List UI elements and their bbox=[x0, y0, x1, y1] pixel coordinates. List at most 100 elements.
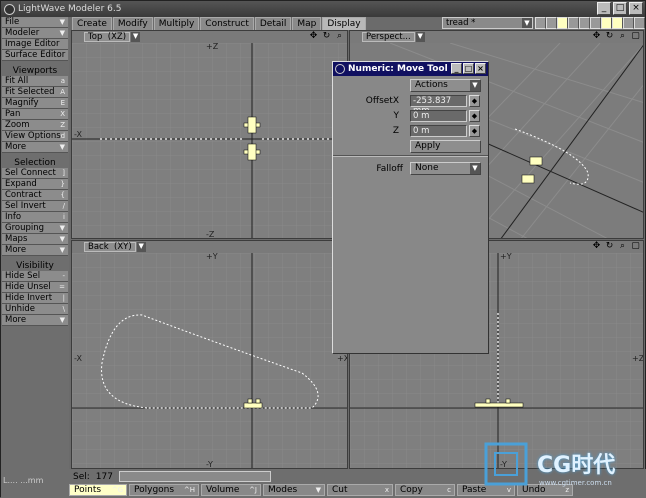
rotate-icon[interactable]: ↻ bbox=[321, 31, 332, 42]
numeric-panel-titlebar[interactable]: Numeric: Move Tool _ □ × bbox=[333, 62, 488, 76]
minimize-button[interactable]: _ bbox=[597, 2, 611, 15]
sidebar-item-hide-unsel[interactable]: Hide Unsel = bbox=[2, 282, 68, 293]
tool-modes[interactable]: Modes ▼ bbox=[263, 484, 325, 496]
tool-polygons[interactable]: Polygons ^H bbox=[129, 484, 199, 496]
rotate-icon[interactable]: ↻ bbox=[604, 241, 615, 252]
maximize-viewport-icon[interactable]: ▢ bbox=[630, 31, 641, 42]
zoom-icon[interactable]: ⌕ bbox=[617, 241, 628, 252]
sidebar-item-magnify[interactable]: Magnify E bbox=[2, 98, 68, 109]
sidebar-item-info[interactable]: Info i bbox=[2, 212, 68, 223]
maximize-viewport-icon[interactable]: ▢ bbox=[630, 241, 641, 252]
sidebar-item-grouping[interactable]: Grouping ▼ bbox=[2, 223, 68, 234]
sidebar-item-fit-selected[interactable]: Fit Selected A bbox=[2, 87, 68, 98]
layer-button[interactable] bbox=[590, 17, 601, 29]
offset-x-field[interactable]: -253.837 mm bbox=[410, 95, 467, 116]
sidebar-surface-editor[interactable]: Surface Editor bbox=[2, 50, 68, 61]
sidebar-item-sel-invert[interactable]: Sel Invert / bbox=[2, 201, 68, 212]
tool-volume[interactable]: Volume ^J bbox=[201, 484, 261, 496]
layer-button[interactable] bbox=[612, 17, 623, 29]
chevron-down-icon[interactable]: ▼ bbox=[136, 242, 146, 252]
minimize-button[interactable]: _ bbox=[451, 63, 462, 74]
shortcut-label: i bbox=[63, 213, 65, 221]
chevron-down-icon[interactable]: ▼ bbox=[131, 32, 141, 42]
move-icon[interactable]: ✥ bbox=[591, 31, 602, 42]
sidebar-item-more[interactable]: More ▼ bbox=[2, 142, 68, 153]
chevron-down-icon: ▼ bbox=[59, 18, 65, 26]
chevron-down-icon: ▼ bbox=[59, 246, 65, 254]
tool-points[interactable]: Points ^G bbox=[69, 484, 127, 496]
sidebar-item-hide-sel[interactable]: Hide Sel - bbox=[2, 271, 68, 282]
tool-cut[interactable]: Cut x bbox=[327, 484, 393, 496]
sidebar-image-editor[interactable]: Image Editor bbox=[2, 39, 68, 50]
sidebar-item-maps[interactable]: Maps ▼ bbox=[2, 234, 68, 245]
rotate-icon[interactable]: ↻ bbox=[604, 31, 615, 42]
maximize-button[interactable]: □ bbox=[463, 63, 474, 74]
actions-label: Actions bbox=[415, 80, 448, 90]
viewport-mode-back[interactable]: Back (XY) bbox=[84, 242, 136, 252]
layer-button[interactable] bbox=[557, 17, 568, 29]
tab-multiply[interactable]: Multiply bbox=[153, 17, 200, 30]
sidebar-item-zoom[interactable]: Zoom Z bbox=[2, 120, 68, 131]
layer-button[interactable] bbox=[579, 17, 590, 29]
close-button[interactable]: × bbox=[475, 63, 486, 74]
apply-button[interactable]: Apply bbox=[410, 140, 481, 153]
sidebar-item-contract[interactable]: Contract { bbox=[2, 190, 68, 201]
sidebar-item-pan[interactable]: Pan X bbox=[2, 109, 68, 120]
object-selector[interactable]: tread * ▼ bbox=[442, 17, 533, 29]
zoom-icon[interactable]: ⌕ bbox=[617, 31, 628, 42]
tab-construct[interactable]: Construct bbox=[200, 17, 254, 30]
zoom-icon[interactable]: ⌕ bbox=[334, 31, 345, 42]
move-icon[interactable]: ✥ bbox=[591, 241, 602, 252]
maximize-button[interactable]: □ bbox=[613, 2, 627, 15]
layer-button[interactable] bbox=[535, 17, 546, 29]
viewport-mode-perspective[interactable]: Perspect... bbox=[362, 32, 415, 42]
layer-button[interactable] bbox=[601, 17, 612, 29]
axis-label-down: -Z bbox=[206, 230, 215, 239]
sidebar-item-expand[interactable]: Expand} bbox=[2, 179, 68, 190]
sidebar-item-more-label: More bbox=[5, 315, 27, 325]
layer-button[interactable] bbox=[634, 17, 645, 29]
tool-paste[interactable]: Paste v bbox=[457, 484, 515, 496]
sidebar-file[interactable]: File ▼ bbox=[2, 17, 68, 28]
sidebar-modeler-label: Modeler bbox=[5, 28, 40, 38]
spin-icon[interactable]: ◆ bbox=[469, 95, 480, 107]
falloff-dropdown[interactable]: None ▼ bbox=[410, 162, 481, 175]
tab-map[interactable]: Map bbox=[292, 17, 322, 30]
viewport-header: Perspect... ▼ ✥ ↻ ⌕ ▢ bbox=[350, 31, 643, 43]
offset-y-field[interactable]: 0 m bbox=[410, 110, 467, 122]
move-icon[interactable]: ✥ bbox=[308, 31, 319, 42]
sidebar-section-visibility: Visibility bbox=[16, 261, 54, 271]
layer-button[interactable] bbox=[568, 17, 579, 29]
chevron-down-icon[interactable]: ▼ bbox=[415, 32, 425, 42]
close-button[interactable]: × bbox=[629, 2, 643, 15]
sel-label: Sel: bbox=[73, 471, 90, 482]
layer-button[interactable] bbox=[623, 17, 634, 29]
sidebar-item-view-options[interactable]: View Options d bbox=[2, 131, 68, 142]
sidebar-item-fit-all[interactable]: Fit All a bbox=[2, 76, 68, 87]
spin-icon[interactable]: ◆ bbox=[469, 125, 480, 137]
tab-display[interactable]: Display bbox=[322, 17, 366, 30]
spin-icon[interactable]: ◆ bbox=[469, 110, 480, 122]
sidebar-item-hide-invert[interactable]: Hide Invert | bbox=[2, 293, 68, 304]
sidebar-item-sel-connect[interactable]: Sel Connect] bbox=[2, 168, 68, 179]
sidebar-item-more[interactable]: More ▼ bbox=[2, 315, 68, 326]
viewport-mode-top[interactable]: Top (XZ) bbox=[84, 32, 131, 42]
tool-label: Modes bbox=[268, 485, 298, 495]
viewport-back[interactable]: Back (XY) ▼ +Y -Y -X +X bbox=[71, 240, 348, 469]
shortcut-label: | bbox=[62, 294, 65, 302]
viewport-header: Back (XY) ▼ bbox=[72, 241, 347, 253]
sidebar-item-more[interactable]: More ▼ bbox=[2, 245, 68, 256]
layer-button[interactable] bbox=[546, 17, 557, 29]
actions-dropdown[interactable]: Actions ▼ bbox=[410, 79, 481, 92]
tab-create[interactable]: Create bbox=[72, 17, 112, 30]
sidebar-item-magnify-label: Magnify bbox=[5, 98, 39, 108]
tab-modify[interactable]: Modify bbox=[112, 17, 153, 30]
sidebar-item-unhide[interactable]: Unhide \ bbox=[2, 304, 68, 315]
sidebar-modeler[interactable]: Modeler ▼ bbox=[2, 28, 68, 39]
tab-detail[interactable]: Detail bbox=[254, 17, 292, 30]
viewport-top[interactable]: Top (XZ) ▼ ✥↻⌕ +Z -Z -X +X bbox=[71, 30, 348, 239]
sidebar-item-fit-selected-label: Fit Selected bbox=[5, 87, 55, 97]
tool-copy[interactable]: Copy c bbox=[395, 484, 455, 496]
offset-z-field[interactable]: 0 m bbox=[410, 125, 467, 137]
tool-undo[interactable]: Undo z bbox=[517, 484, 573, 496]
